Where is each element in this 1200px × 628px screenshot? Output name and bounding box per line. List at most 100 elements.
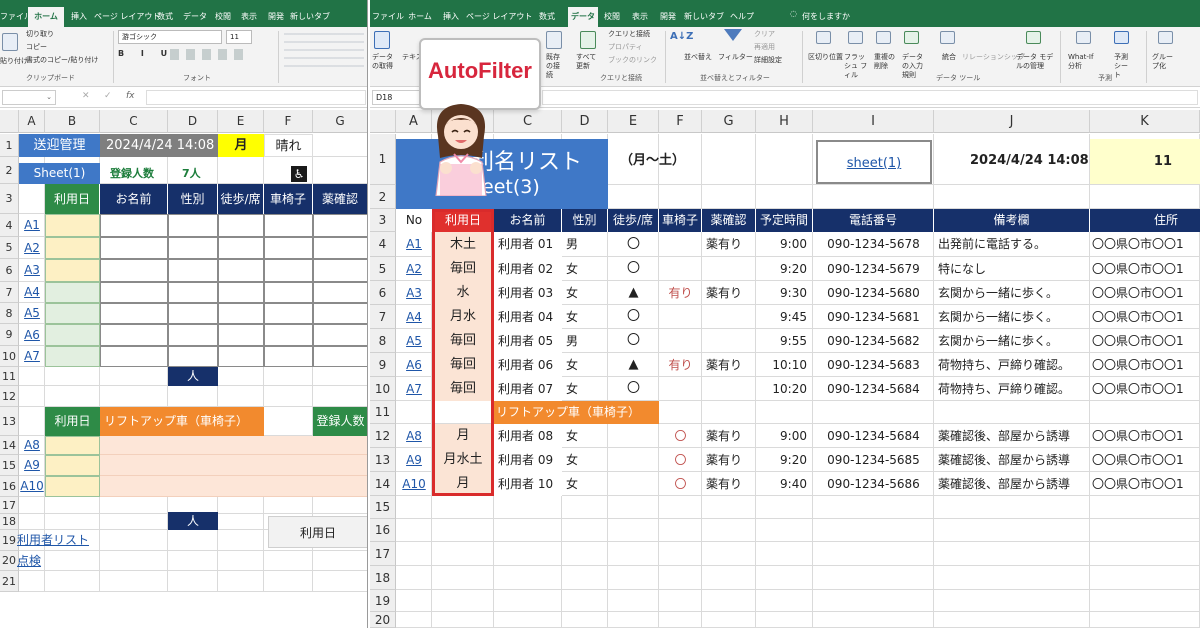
cell-day[interactable]: 月	[432, 472, 494, 496]
row-header[interactable]: 3	[370, 209, 396, 232]
tab-8[interactable]: 開発	[654, 7, 682, 27]
cell-no[interactable]: A2	[396, 257, 432, 281]
day-input[interactable]	[45, 324, 100, 346]
table-cell[interactable]	[100, 259, 168, 282]
cell-no[interactable]: A4	[396, 305, 432, 329]
table-cell[interactable]	[313, 259, 367, 282]
table-cell[interactable]	[313, 324, 367, 346]
col-header-I[interactable]: I	[813, 110, 934, 133]
cell-no[interactable]: A1	[396, 232, 432, 257]
left-formula-input[interactable]	[146, 90, 366, 105]
tab-4[interactable]: 数式	[526, 7, 568, 27]
table-cell[interactable]	[218, 346, 264, 367]
font-size-select[interactable]: 11	[226, 30, 252, 44]
check-link[interactable]: 点検	[17, 551, 80, 571]
reapply-button[interactable]: 再適用	[754, 43, 775, 52]
row-header-13[interactable]: 13	[0, 407, 19, 436]
col-header-J[interactable]: J	[934, 110, 1090, 133]
row-header-17[interactable]: 17	[0, 497, 19, 514]
format-painter-button[interactable]: 書式のコピー/貼り付け	[26, 56, 98, 65]
tab-2[interactable]: 挿入	[436, 7, 466, 27]
table-cell[interactable]	[168, 303, 218, 324]
row-header[interactable]: 9	[370, 353, 396, 377]
row-header[interactable]: 16	[370, 519, 396, 542]
cell-wheel[interactable]	[659, 257, 702, 281]
copy-button[interactable]: コピー	[26, 43, 47, 52]
row-header-5[interactable]: 5	[0, 237, 19, 259]
table-cell[interactable]	[218, 214, 264, 237]
col-header-G[interactable]: G	[702, 110, 756, 133]
cancel-icon[interactable]: ✕	[82, 91, 90, 101]
day-button[interactable]: 利用日	[268, 516, 367, 548]
table-cell[interactable]	[218, 303, 264, 324]
consolidate-icon[interactable]	[940, 31, 955, 44]
row-header-10[interactable]: 10	[0, 346, 19, 367]
row-header[interactable]: 7	[370, 305, 396, 329]
tab-2[interactable]: 挿入	[64, 7, 94, 27]
cell-wheel[interactable]	[659, 232, 702, 257]
table-cell[interactable]	[168, 324, 218, 346]
existing-connections-button[interactable]: 既存の接続	[546, 53, 566, 80]
col-header-C[interactable]: C	[494, 110, 562, 133]
row-link-A6[interactable]: A6	[19, 324, 45, 346]
table-cell[interactable]	[313, 237, 367, 259]
tab-0[interactable]: ファイル	[0, 7, 32, 27]
row-header[interactable]: 13	[370, 448, 396, 472]
select-all-corner[interactable]	[370, 110, 396, 133]
paste-button-label[interactable]: 貼り付け	[0, 57, 28, 66]
cell-med[interactable]	[702, 305, 756, 329]
tab-6[interactable]: 校閲	[598, 7, 626, 27]
tab-3[interactable]: ページ レイアウト	[94, 7, 160, 27]
row-header-12[interactable]: 12	[0, 386, 19, 407]
cell-med[interactable]	[702, 377, 756, 401]
tab-3[interactable]: ページ レイアウト	[466, 7, 532, 27]
cell-day[interactable]: 月水土	[432, 448, 494, 472]
tab-6[interactable]: 校閲	[210, 7, 236, 27]
tab-1[interactable]: ホーム	[404, 7, 436, 27]
tab-7[interactable]: 表示	[626, 7, 654, 27]
clear-filter-button[interactable]: クリア	[754, 30, 775, 39]
forecast-icon[interactable]	[1114, 31, 1129, 44]
text-to-columns-icon[interactable]	[816, 31, 831, 44]
sheet1-link[interactable]: sheet(1)	[816, 140, 932, 184]
row-header[interactable]: 11	[370, 401, 396, 424]
flash-fill-button[interactable]: フラッシュ フィル	[844, 53, 870, 80]
cell-med[interactable]	[702, 257, 756, 281]
day-input[interactable]	[45, 476, 100, 497]
right-formula-input[interactable]	[542, 90, 1198, 105]
row-link-A4[interactable]: A4	[19, 282, 45, 303]
enter-icon[interactable]: ✓	[104, 91, 112, 101]
row-link-A7[interactable]: A7	[19, 346, 45, 367]
get-data-icon[interactable]	[374, 31, 390, 49]
cell-day[interactable]: 毎回	[432, 257, 494, 281]
table-cell[interactable]	[218, 282, 264, 303]
forecast-button[interactable]: 予測シート	[1114, 53, 1134, 80]
day-input[interactable]	[45, 346, 100, 367]
text-to-columns-button[interactable]: 区切り位置	[808, 53, 843, 62]
tab-10[interactable]: ヘルプ	[726, 7, 758, 27]
cell-wheel[interactable]	[659, 377, 702, 401]
row-header[interactable]: 20	[370, 612, 396, 628]
row-header[interactable]: 19	[370, 590, 396, 612]
cell-wheel[interactable]	[659, 305, 702, 329]
row-link-A10[interactable]: A10	[19, 476, 45, 497]
flash-fill-icon[interactable]	[848, 31, 863, 44]
font-style-buttons[interactable]: B I U	[118, 49, 174, 58]
row-header[interactable]: 4	[370, 232, 396, 257]
table-cell[interactable]	[264, 303, 313, 324]
row-header[interactable]: 15	[370, 496, 396, 519]
row-header-8[interactable]: 8	[0, 303, 19, 324]
whatif-button[interactable]: What-If 分析	[1068, 53, 1100, 71]
day-input[interactable]	[45, 303, 100, 324]
day-input[interactable]	[45, 282, 100, 303]
col-header-B[interactable]: B	[45, 110, 100, 133]
filter-funnel-icon[interactable]	[724, 29, 742, 41]
cell-no[interactable]: A10	[396, 472, 432, 496]
filter-button[interactable]: フィルター	[718, 53, 753, 62]
cell-med[interactable]	[702, 329, 756, 353]
col-header-E[interactable]: E	[218, 110, 264, 133]
row-header[interactable]: 12	[370, 424, 396, 448]
row-link-A5[interactable]: A5	[19, 303, 45, 324]
select-all-corner[interactable]	[0, 110, 19, 133]
table-cell[interactable]	[313, 346, 367, 367]
